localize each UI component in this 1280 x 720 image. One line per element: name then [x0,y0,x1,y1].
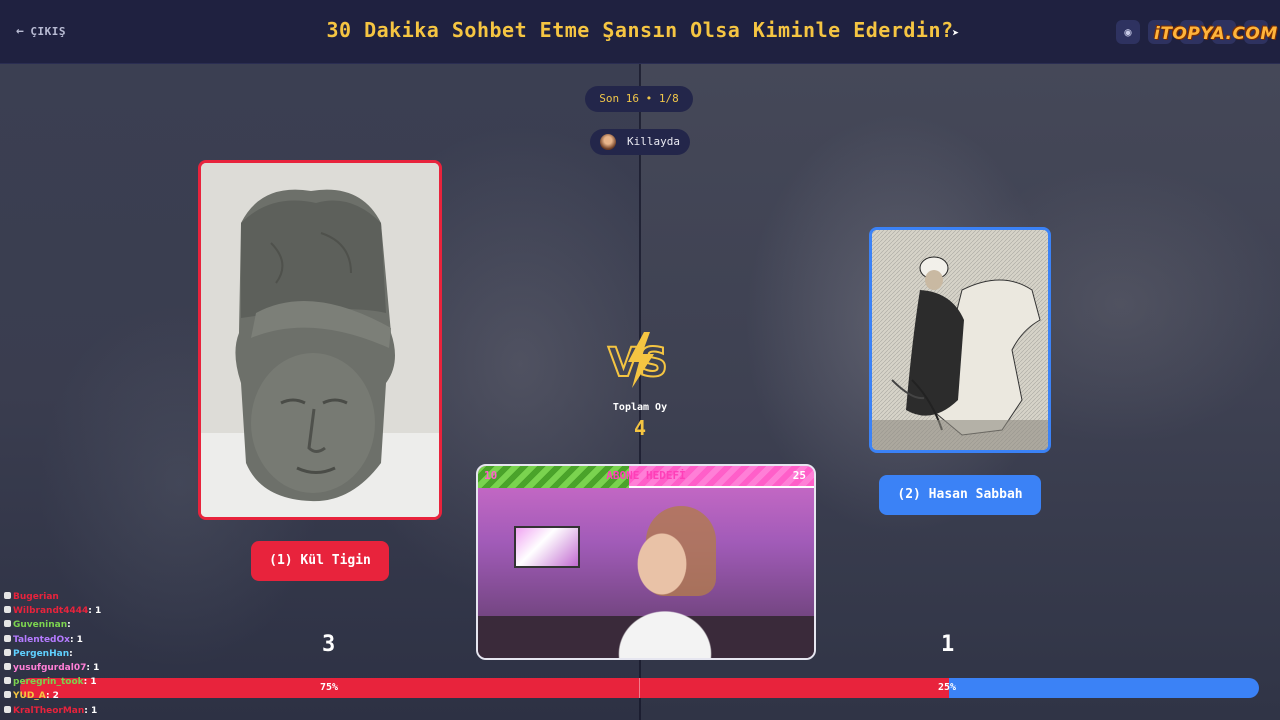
webcam-monitor [514,526,580,568]
total-votes-value: 4 [633,416,647,440]
webcam-person [600,514,730,658]
chat-badge-icon [4,648,11,656]
eye-button[interactable]: ◉ [1116,20,1140,44]
chat-username: peregrin_took [13,677,84,688]
chat-username: TalentedOx [13,634,70,645]
chat-badge-icon [4,592,11,599]
chat-line: KralTheorMan: 1 [4,704,124,718]
chat-badge-icon [4,677,11,685]
chat-badge-icon [4,663,11,671]
chat-line: TalentedOx: 1 [4,633,124,647]
page-title: 30 Dakika Sohbet Etme Şansın Olsa Kiminl… [326,18,954,42]
avatar [600,134,616,150]
vote-result-bar: 75% 25% [20,678,1259,698]
chat-username: KralTheorMan [13,705,85,716]
left-score: 3 [322,632,336,657]
chat-line: yusufgurdal07: 1 [4,661,124,675]
top-bar: ← ÇIKIŞ 30 Dakika Sohbet Etme Şansın Olsa… [0,0,1280,64]
chat-message: : 1 [83,677,97,688]
chat-badge-icon [4,620,11,628]
subscriber-goal-bar: 10 ABONE HEDEFİ 25 [478,466,814,488]
chat-line: peregrin_took: 1 [4,675,124,689]
user-badge: Killayda [590,129,690,155]
left-percent: 75% [320,682,339,693]
chat-line: Bugerian [4,590,124,604]
result-midline [639,678,640,698]
chat-username: Guveninan [13,620,68,631]
chat-message: : 1 [88,606,102,617]
chat-badge-icon [4,691,11,699]
chat-badge-icon [4,634,11,642]
goal-title: ABONE HEDEFİ [606,469,686,482]
chat-badge-icon [4,606,11,614]
hasan-sabbah-image [872,230,1048,450]
pick-right-button[interactable]: (2) Hasan Sabbah [879,475,1041,515]
total-votes-label: Toplam Oy [612,402,668,413]
goal-max: 25 [792,469,806,482]
streamer-webcam: 10 ABONE HEDEFİ 25 [476,464,816,660]
left-vote-share [20,678,950,698]
eye-icon: ◉ [1124,25,1132,39]
left-option-card[interactable] [198,160,442,520]
chat-line: PergenHan: [4,647,124,661]
chat-message: : 1 [69,634,83,645]
stream-chat: Bugerian Wilbrandt4444: 1 Guveninan: Talent… [4,590,124,718]
username: Killayda [627,135,680,148]
chat-username: yusufgurdal07 [13,663,87,674]
pick-left-button[interactable]: (1) Kül Tigin [251,541,389,581]
chat-message: : 1 [86,663,100,674]
chat-username: Bugerian [13,592,59,602]
chat-line: Wilbrandt4444: 1 [4,604,124,618]
chat-username: PergenHan [13,648,70,659]
chat-message: : [67,620,71,631]
right-score: 1 [941,632,955,657]
versus-lightning-icon: VS [607,332,669,388]
chat-message: : 2 [45,691,59,702]
chat-line: YUD_A: 2 [4,689,124,703]
chat-username: YUD_A [13,691,46,702]
mouse-cursor-icon: ➤ [952,26,960,40]
chat-message: : [69,648,73,659]
sponsor-logo: iTOPYA.COM [1154,24,1278,44]
right-percent: 25% [938,682,957,693]
round-badge: Son 16 • 1/8 [585,86,693,112]
kul-tigin-bust-image [201,163,439,517]
chat-line: Guveninan: [4,618,124,632]
right-option-card[interactable] [869,227,1051,453]
chat-username: Wilbrandt4444 [13,606,89,617]
chat-message: : 1 [84,705,98,716]
chat-badge-icon [4,705,11,713]
